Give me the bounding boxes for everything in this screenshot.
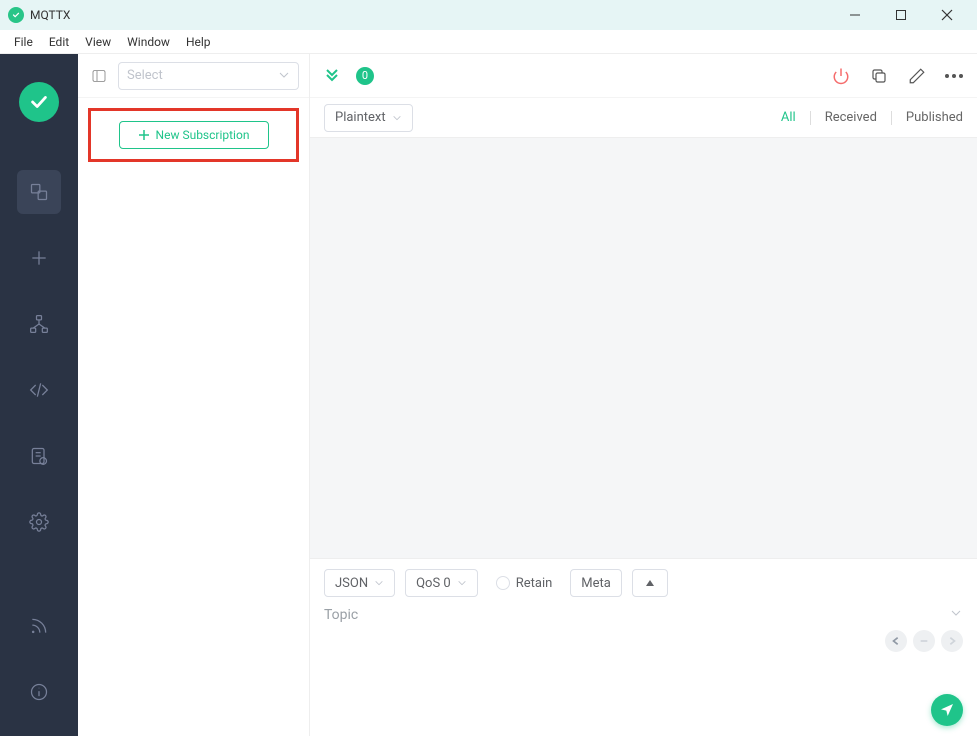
- subscriptions-panel: Select New Subscription: [78, 54, 310, 736]
- new-subscription-button[interactable]: New Subscription: [119, 121, 269, 149]
- triangle-up-icon: [645, 578, 655, 588]
- plus-icon: [138, 129, 150, 141]
- history-next-button[interactable]: [941, 630, 963, 652]
- menu-window[interactable]: Window: [119, 33, 178, 51]
- menubar: File Edit View Window Help: [0, 30, 977, 54]
- sidebar-logo-icon: [19, 82, 59, 122]
- topic-placeholder: Topic: [324, 607, 949, 623]
- new-subscription-label: New Subscription: [156, 128, 250, 142]
- tab-published[interactable]: Published: [906, 110, 963, 125]
- edit-button[interactable]: [907, 66, 927, 86]
- messages-area: [310, 138, 977, 558]
- sidebar-item-topology[interactable]: [17, 302, 61, 346]
- sidebar-item-connections[interactable]: [17, 170, 61, 214]
- chevron-down-icon: [374, 578, 384, 588]
- panel-toggle-icon[interactable]: [88, 65, 110, 87]
- sidebar-item-info[interactable]: [17, 670, 61, 714]
- qos-select[interactable]: QoS 0: [405, 569, 478, 597]
- tab-received[interactable]: Received: [825, 110, 877, 125]
- payload-input[interactable]: [324, 652, 963, 722]
- history-mid-button[interactable]: [913, 630, 935, 652]
- sidebar-item-code[interactable]: [17, 368, 61, 412]
- publish-panel: JSON QoS 0 Retain Meta: [310, 558, 977, 736]
- chevron-down-icon: [949, 605, 963, 624]
- menu-file[interactable]: File: [6, 33, 41, 51]
- maximize-button[interactable]: [887, 1, 915, 29]
- message-format-select[interactable]: Plaintext: [324, 104, 413, 132]
- message-count-badge: 0: [356, 67, 374, 85]
- qos-label: QoS 0: [416, 576, 451, 591]
- tab-all[interactable]: All: [781, 110, 796, 125]
- sidebar-item-log[interactable]: [17, 434, 61, 478]
- connection-select[interactable]: Select: [118, 62, 299, 90]
- minimize-button[interactable]: [841, 1, 869, 29]
- meta-label: Meta: [581, 576, 611, 591]
- topic-input-row[interactable]: Topic: [324, 605, 963, 624]
- collapse-all-icon[interactable]: [324, 67, 342, 85]
- chevron-down-icon: [392, 113, 402, 123]
- window-controls: [841, 1, 969, 29]
- sidebar-item-rss[interactable]: [17, 604, 61, 648]
- collapse-publish-button[interactable]: [632, 569, 668, 597]
- chevron-down-icon: [457, 578, 467, 588]
- disconnect-button[interactable]: [831, 66, 851, 86]
- meta-button[interactable]: Meta: [570, 569, 622, 597]
- retain-toggle[interactable]: Retain: [488, 576, 561, 591]
- app-title: MQTTX: [30, 8, 841, 22]
- sidebar: [0, 54, 78, 736]
- payload-format-select[interactable]: JSON: [324, 569, 395, 597]
- menu-edit[interactable]: Edit: [41, 33, 77, 51]
- main-panel: 0 Plaintext: [310, 54, 977, 736]
- highlight-annotation: New Subscription: [88, 108, 299, 162]
- radio-icon: [496, 576, 510, 590]
- new-window-button[interactable]: [869, 66, 889, 86]
- send-icon: [939, 702, 955, 718]
- subscriptions-toolbar: Select: [78, 54, 309, 98]
- main-toolbar: 0: [310, 54, 977, 98]
- titlebar: MQTTX: [0, 0, 977, 30]
- more-menu-button[interactable]: [945, 74, 963, 78]
- filter-row: Plaintext All Received Published: [310, 98, 977, 138]
- sidebar-item-settings[interactable]: [17, 500, 61, 544]
- history-prev-button[interactable]: [885, 630, 907, 652]
- chevron-down-icon: [278, 66, 290, 85]
- connection-select-placeholder: Select: [127, 68, 278, 83]
- message-filter-tabs: All Received Published: [781, 110, 963, 125]
- message-format-label: Plaintext: [335, 110, 386, 125]
- payload-format-label: JSON: [335, 576, 368, 591]
- retain-label: Retain: [516, 576, 553, 591]
- sidebar-item-add[interactable]: [17, 236, 61, 280]
- menu-help[interactable]: Help: [178, 33, 219, 51]
- send-button[interactable]: [931, 694, 963, 726]
- app-logo-icon: [8, 7, 24, 23]
- menu-view[interactable]: View: [77, 33, 119, 51]
- close-button[interactable]: [933, 1, 961, 29]
- history-nav: [324, 630, 963, 652]
